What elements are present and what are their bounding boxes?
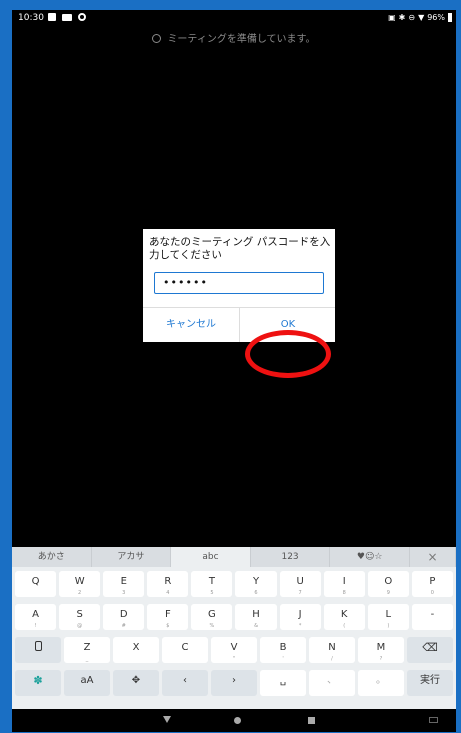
enter-key[interactable]: 実行 <box>407 670 453 696</box>
chevron-left-icon: ‹ <box>183 675 187 686</box>
backspace-key[interactable]: ⌫ <box>407 637 453 663</box>
gallery-icon <box>48 13 56 21</box>
key-q[interactable]: Q <box>15 571 57 597</box>
key-z[interactable]: Z _ <box>64 637 110 663</box>
key-a[interactable]: A! <box>15 604 57 630</box>
key-s[interactable]: S @ <box>59 604 101 630</box>
backspace-icon: ⌫ <box>422 641 438 654</box>
sync-icon <box>78 13 86 21</box>
device-frame: 10:30 ▣ ✱ ⊖ ▼ 96% ミーティングを準備しています。 あなたのミー… <box>0 0 461 733</box>
nfc-icon: ▣ <box>388 13 396 22</box>
keyboard-close-button[interactable]: × <box>409 547 456 567</box>
status-time: 10:30 <box>18 13 44 23</box>
tab-numbers[interactable]: 123 <box>250 547 331 567</box>
keyboard-switch-icon[interactable] <box>429 717 438 723</box>
key-j[interactable]: J * <box>279 604 321 630</box>
key-hyphen[interactable]: - <box>411 604 453 630</box>
keyboard-row-1: Q W2 E3 R4 T5 Y6 U7 I8 O9 P0 <box>12 571 456 599</box>
key-d[interactable]: D # <box>103 604 145 630</box>
keyboard-row-4: ✽ aA ✥ ‹ › ␣ 、 。 実行 <box>12 670 456 698</box>
cursor-move-key[interactable]: ✥ <box>113 670 159 696</box>
key-i[interactable]: I8 <box>323 571 365 597</box>
key-e[interactable]: E3 <box>103 571 145 597</box>
status-bar: 10:30 ▣ ✱ ⊖ ▼ 96% <box>12 10 456 28</box>
case-toggle-key[interactable]: aA <box>64 670 110 696</box>
comma-icon: 、 <box>327 675 337 686</box>
space-icon: ␣ <box>279 675 287 686</box>
battery-icon <box>448 13 452 22</box>
key-b[interactable]: B ' <box>260 637 306 663</box>
key-k[interactable]: K( <box>323 604 365 630</box>
tab-alphabet[interactable]: abc <box>171 547 251 567</box>
key-n[interactable]: N / <box>309 637 355 663</box>
key-f[interactable]: F $ <box>147 604 189 630</box>
key-x[interactable]: X <box>113 637 159 663</box>
status-system-icons: ▣ ✱ ⊖ ▼ 96% <box>388 13 452 22</box>
key-y[interactable]: Y6 <box>235 571 277 597</box>
bluetooth-icon: ✱ <box>398 13 406 22</box>
passcode-dialog: あなたのミーティング パスコードを入力してください •••••• キャンセル O… <box>143 229 335 342</box>
video-camera-icon <box>62 13 72 21</box>
period-icon: 。 <box>376 675 386 686</box>
wifi-icon: ▼ <box>418 13 425 22</box>
key-c[interactable]: C <box>162 637 208 663</box>
keyboard-row-3: Z _ X C V " B ' N / M? ⌫ <box>12 637 456 665</box>
punctuation-key-1[interactable]: 、 <box>309 670 355 696</box>
key-v[interactable]: V " <box>211 637 257 663</box>
on-screen-keyboard: あかさ アカサ abc 123 ♥☺☆ × Q W2 E3 R4 T5 Y6 U… <box>12 547 456 709</box>
chevron-right-icon: › <box>232 675 236 686</box>
dialog-title: あなたのミーティング パスコードを入力してください <box>149 236 331 261</box>
battery-percent: 96% <box>427 13 445 22</box>
recent-apps-icon[interactable] <box>308 717 315 724</box>
key-t[interactable]: T5 <box>191 571 233 597</box>
key-h[interactable]: H & <box>235 604 277 630</box>
passcode-input[interactable]: •••••• <box>154 272 324 294</box>
cursor-right-key[interactable]: › <box>211 670 257 696</box>
highlight-circle-annotation <box>245 330 331 378</box>
home-icon[interactable] <box>234 717 241 724</box>
cancel-button[interactable]: キャンセル <box>143 308 239 342</box>
key-l[interactable]: L) <box>367 604 409 630</box>
do-not-disturb-icon: ⊖ <box>408 13 416 22</box>
loading-spinner-icon <box>152 34 162 43</box>
move-cursor-icon: ✥ <box>131 675 141 686</box>
key-m[interactable]: M? <box>358 637 404 663</box>
punctuation-key-2[interactable]: 。 <box>358 670 404 696</box>
key-p[interactable]: P0 <box>411 571 453 597</box>
status-notification-icons <box>48 13 86 21</box>
back-icon[interactable] <box>163 716 171 723</box>
key-g[interactable]: G% <box>191 604 233 630</box>
key-o[interactable]: O9 <box>367 571 409 597</box>
cursor-left-key[interactable]: ‹ <box>162 670 208 696</box>
screen: 10:30 ▣ ✱ ⊖ ▼ 96% ミーティングを準備しています。 あなたのミー… <box>12 10 456 732</box>
shift-key[interactable] <box>15 637 61 663</box>
gear-icon: ✽ <box>33 674 43 687</box>
keyboard-mode-tabs: あかさ アカサ abc 123 ♥☺☆ × <box>12 547 456 567</box>
preparing-message: ミーティングを準備しています。 <box>12 30 456 45</box>
key-w[interactable]: W2 <box>59 571 101 597</box>
tab-hiragana[interactable]: あかさ <box>12 547 92 567</box>
space-key[interactable]: ␣ <box>260 670 306 696</box>
key-u[interactable]: U7 <box>279 571 321 597</box>
tab-katakana[interactable]: アカサ <box>91 547 172 567</box>
key-r[interactable]: R4 <box>147 571 189 597</box>
keyboard-row-2: A! S @ D # F $ G% H & J * K( L) - <box>12 604 456 632</box>
preparing-text: ミーティングを準備しています。 <box>167 34 316 45</box>
tab-symbols[interactable]: ♥☺☆ <box>330 547 410 567</box>
navigation-bar <box>12 709 456 732</box>
settings-key[interactable]: ✽ <box>15 670 61 696</box>
shift-icon <box>34 641 42 651</box>
